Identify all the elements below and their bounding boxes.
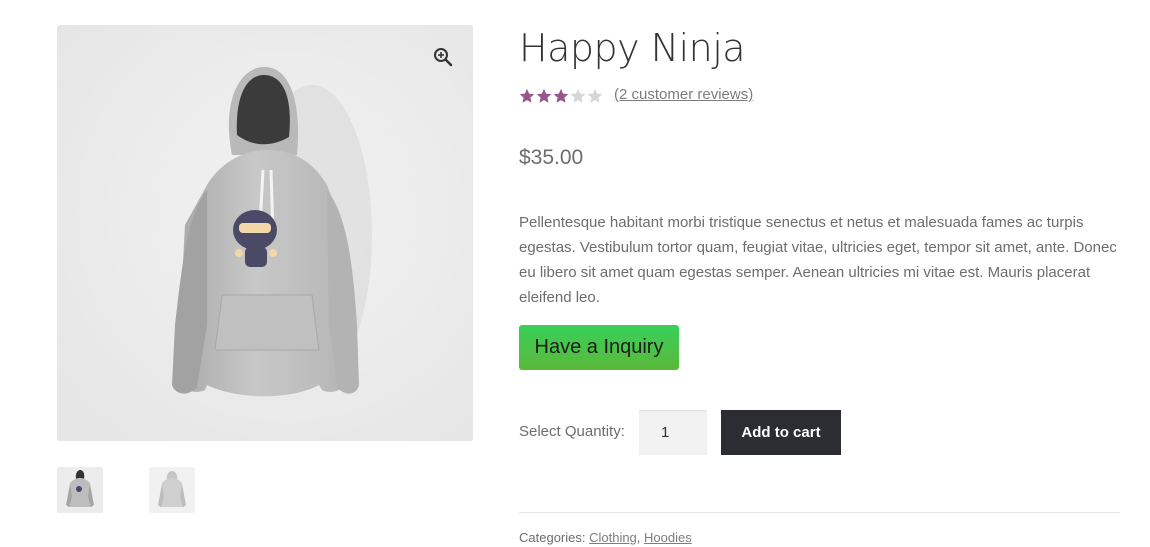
- category-separator: ,: [636, 530, 645, 545]
- star-icon: [536, 88, 552, 103]
- quantity-label: Select Quantity:: [519, 423, 625, 440]
- customer-reviews-link[interactable]: (2 customer reviews): [614, 86, 753, 103]
- inquiry-button[interactable]: Have a Inquiry: [519, 325, 679, 370]
- star-icon: [519, 88, 535, 103]
- hoodie-image: [57, 25, 473, 441]
- hoodie-front-thumbnail[interactable]: [57, 467, 103, 513]
- product-categories: Categories: Clothing, Hoodies: [519, 530, 692, 545]
- categories-label: Categories:: [519, 530, 590, 545]
- quantity-input[interactable]: [639, 410, 707, 455]
- star-icon: [553, 88, 569, 103]
- hoodie-back-thumbnail[interactable]: [149, 467, 195, 513]
- category-link-clothing[interactable]: Clothing: [589, 530, 637, 545]
- divider: [519, 512, 1120, 513]
- product-main-image[interactable]: [57, 25, 473, 441]
- star-rating: [519, 86, 603, 106]
- product-title: Happy Ninja: [519, 26, 746, 70]
- category-link-hoodies[interactable]: Hoodies: [644, 530, 692, 545]
- star-icon: [587, 88, 603, 103]
- product-description: Pellentesque habitant morbi tristique se…: [519, 214, 1117, 306]
- zoom-in-icon[interactable]: [432, 46, 454, 68]
- product-price: $35.00: [519, 146, 584, 169]
- add-to-cart-button[interactable]: Add to cart: [721, 410, 841, 455]
- star-icon: [570, 88, 586, 103]
